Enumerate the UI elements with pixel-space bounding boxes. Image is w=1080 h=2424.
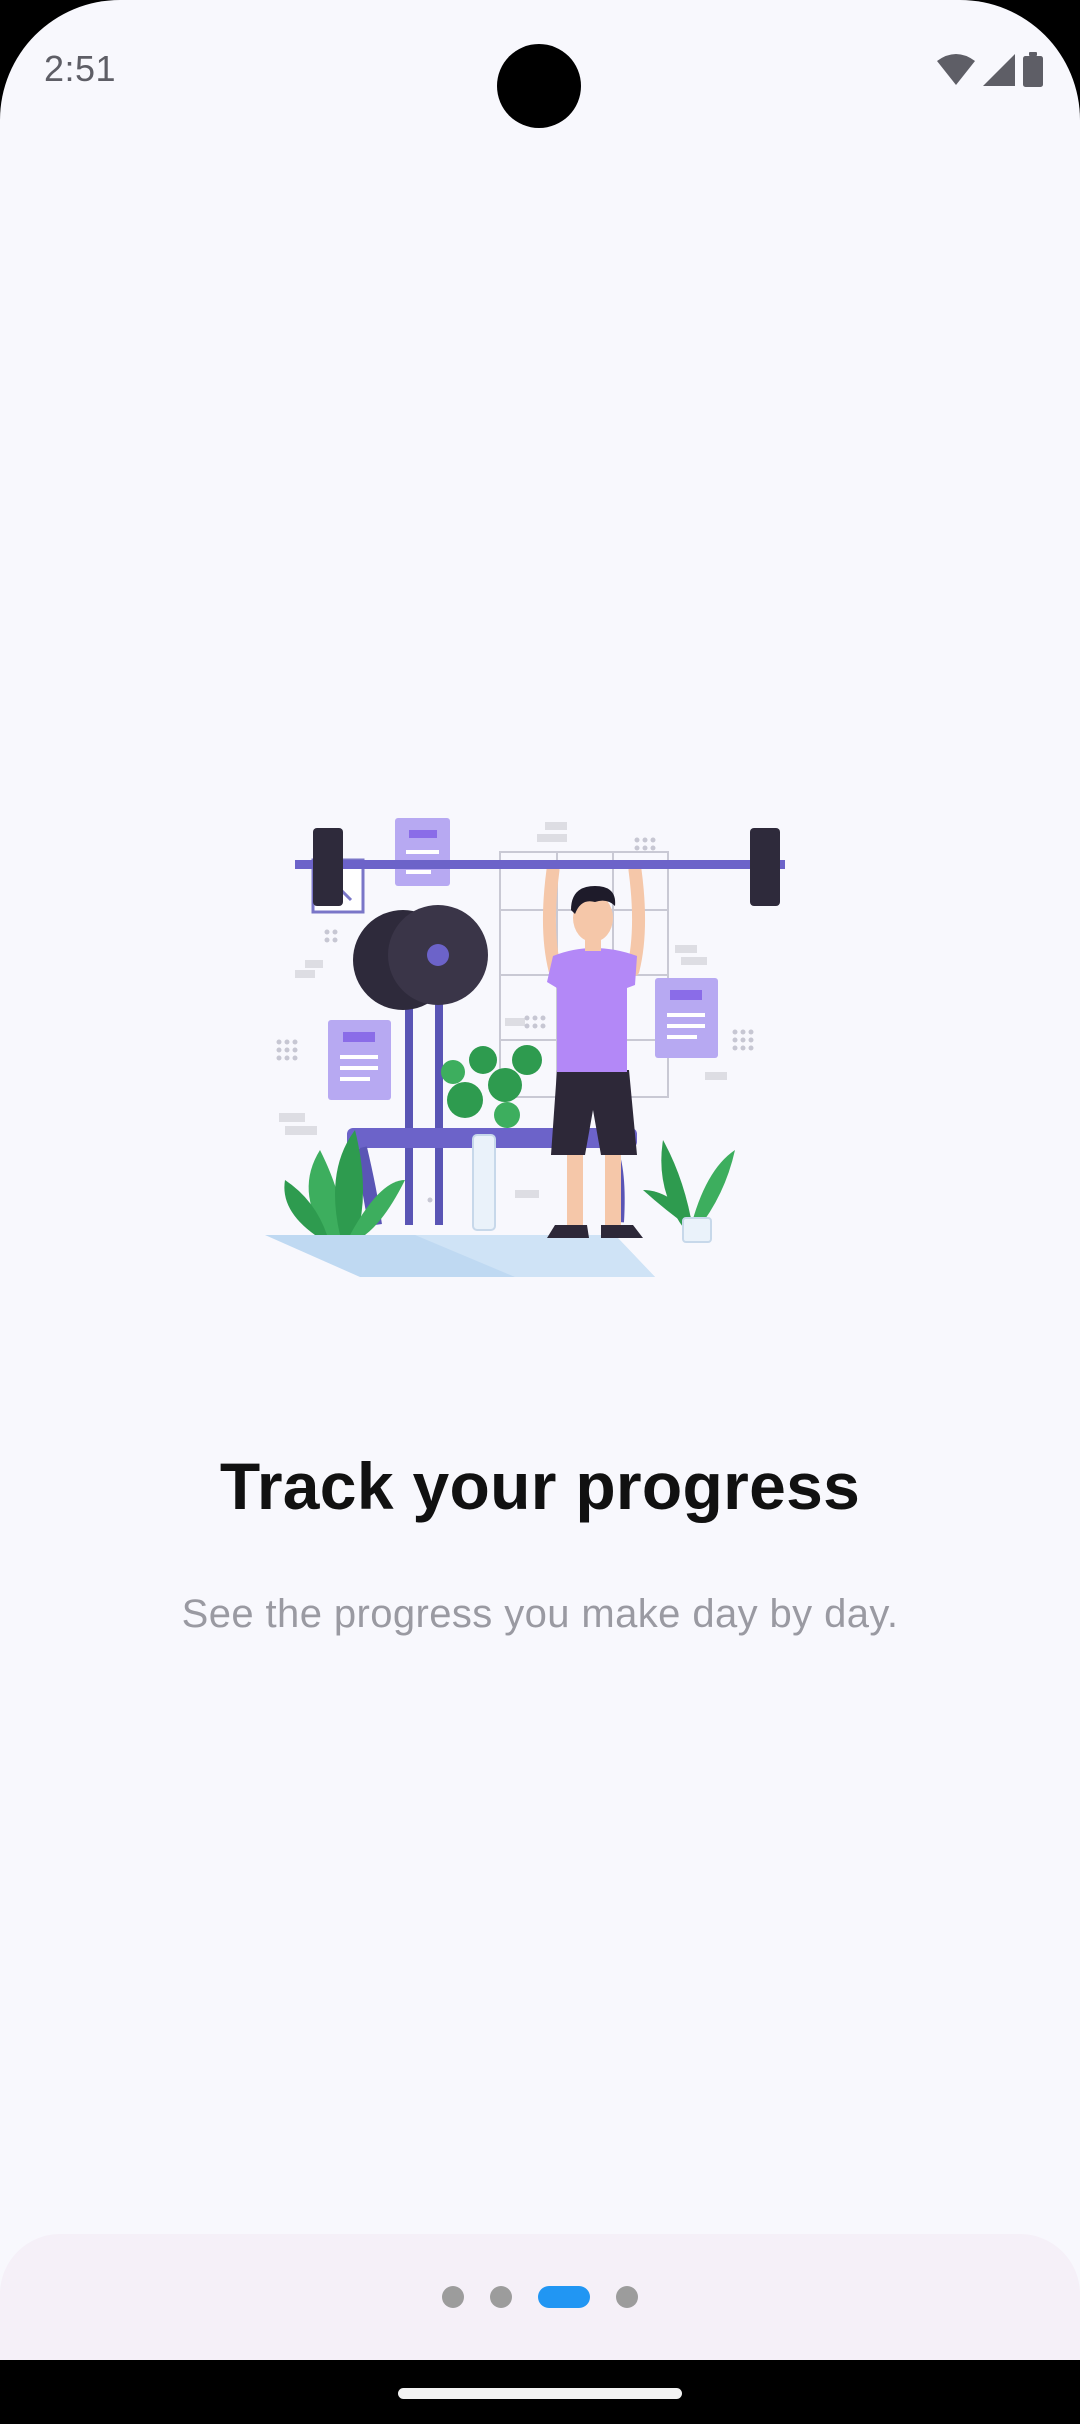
wifi-icon — [937, 54, 975, 85]
cellular-signal-icon — [983, 54, 1015, 86]
page-dot-4[interactable] — [616, 2286, 638, 2308]
camera-cutout — [497, 44, 581, 128]
person-lifting-barbell-illustration — [265, 818, 785, 1277]
onboarding-subtitle: See the progress you make day by day. — [181, 1592, 899, 1636]
status-bar: 2:51 — [0, 0, 1080, 140]
onboarding-title: Track your progress — [219, 1449, 861, 1523]
page-dot-1[interactable] — [442, 2286, 464, 2308]
status-time: 2:51 — [44, 48, 117, 89]
page-indicator — [0, 2286, 1080, 2308]
status-icons — [936, 50, 1044, 90]
page-dot-3-active[interactable] — [538, 2286, 590, 2308]
home-gesture-bar[interactable] — [398, 2388, 682, 2399]
battery-icon — [1023, 52, 1043, 87]
page-dot-2[interactable] — [490, 2286, 512, 2308]
onboarding-screen: 2:51 Track your progress See the progres… — [0, 0, 1080, 2360]
